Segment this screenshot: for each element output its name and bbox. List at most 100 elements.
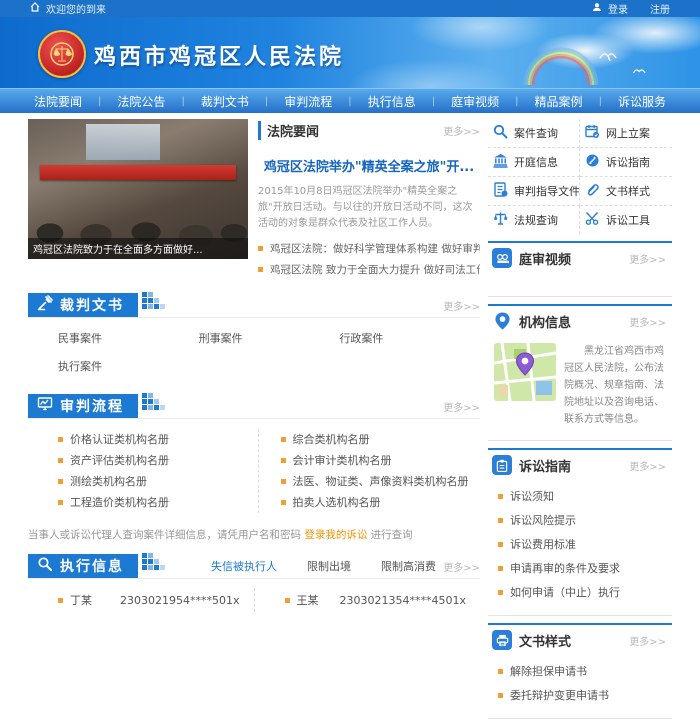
nav-item-announcements[interactable]: 法院公告 bbox=[117, 93, 165, 110]
guide-more-link[interactable]: 更多>> bbox=[629, 458, 666, 473]
news-more-link[interactable]: 更多>> bbox=[443, 123, 480, 138]
organization-more-link[interactable]: 更多>> bbox=[629, 314, 666, 329]
enforcement-more-link[interactable]: 更多>> bbox=[443, 559, 480, 574]
register-link[interactable]: 注册 bbox=[650, 1, 670, 16]
nav-item-video[interactable]: 庭审视频 bbox=[451, 93, 499, 110]
trial-process-right-list: 综合类机构名册 会计审计类机构名册 法医、物证类、声像资料类机构名册 拍卖人选机… bbox=[258, 429, 481, 513]
guide-section-title: 诉讼指南 bbox=[519, 456, 571, 475]
tab-dishonest-persons[interactable]: 失信被执行人 bbox=[211, 558, 277, 574]
list-item[interactable]: 拍卖人选机构名册 bbox=[281, 492, 481, 513]
scissors-icon bbox=[585, 211, 600, 229]
top-utility-bar: 欢迎您的到来 登录 注册 bbox=[0, 0, 700, 17]
judgments-title: 裁判文书 bbox=[60, 295, 124, 315]
list-item[interactable]: 法医、物证类、声像资料类机构名册 bbox=[281, 471, 481, 492]
trial-process-title: 审判流程 bbox=[60, 396, 124, 416]
trial-process-more-link[interactable]: 更多>> bbox=[443, 399, 480, 414]
map-pin-icon bbox=[492, 311, 512, 331]
list-item[interactable]: 综合类机构名册 bbox=[281, 429, 481, 450]
list-item[interactable]: 如何申请（中止）执行 bbox=[498, 581, 668, 605]
photo-projector-screen bbox=[86, 124, 160, 160]
clipboard-icon bbox=[492, 455, 512, 475]
quick-link-case-query[interactable]: 案件查询 bbox=[488, 119, 580, 148]
nav-item-services[interactable]: 诉讼服务 bbox=[618, 93, 666, 110]
news-panel: 法院要闻 更多>> 鸡冠区法院举办"精英全案之旅"开... 2015年10月8日… bbox=[258, 119, 480, 281]
list-item[interactable]: 会计审计类机构名册 bbox=[281, 450, 481, 471]
quick-link-law-query[interactable]: 法规查询 bbox=[488, 206, 580, 234]
list-item[interactable]: 工程造价类机构名册 bbox=[58, 492, 258, 513]
film-icon bbox=[492, 248, 512, 268]
nav-item-news[interactable]: 法院要闻 bbox=[34, 93, 82, 110]
list-item[interactable]: 测绘类机构名册 bbox=[58, 471, 258, 492]
pixel-deco bbox=[141, 392, 167, 420]
quick-link-litigation-tools[interactable]: 诉讼工具 bbox=[580, 206, 672, 234]
list-item[interactable]: 申请再审的条件及要求 bbox=[498, 557, 668, 581]
quick-link-document-templates[interactable]: 文书样式 bbox=[580, 177, 672, 206]
tab-consumption-restriction[interactable]: 限制高消费 bbox=[381, 558, 436, 574]
judgments-link-administrative[interactable]: 行政案件 bbox=[339, 330, 480, 346]
person-id-number: 2303021354****4501x bbox=[340, 594, 467, 607]
person-name: 王某 bbox=[297, 592, 319, 608]
search-icon bbox=[37, 556, 53, 576]
pixel-deco bbox=[141, 552, 167, 580]
video-section-header: 庭审视频 更多>> bbox=[488, 243, 672, 272]
left-column: 鸡冠区法院致力于在全面多方面做好... 法院要闻 更多>> 鸡冠区法院举办"精英… bbox=[28, 119, 480, 719]
list-item[interactable]: 诉讼须知 bbox=[498, 485, 668, 509]
list-item[interactable]: 委托辩护变更申请书 bbox=[498, 684, 668, 708]
news-list: 鸡冠区法院：做好科学管理体系构建 做好审判工作... 鸡冠区法院 致力于全面大力… bbox=[258, 239, 480, 281]
my-litigation-login-link[interactable]: 登录我的诉讼 bbox=[304, 529, 367, 541]
list-item[interactable]: 诉讼风险提示 bbox=[498, 509, 668, 533]
news-photo-slider[interactable]: 鸡冠区法院致力于在全面多方面做好... bbox=[28, 119, 248, 259]
tab-exit-restriction[interactable]: 限制出境 bbox=[307, 558, 351, 574]
nav-item-cases[interactable]: 精品案例 bbox=[535, 93, 583, 110]
video-more-link[interactable]: 更多>> bbox=[629, 251, 666, 266]
quick-link-hearing-info[interactable]: 开庭信息 bbox=[488, 148, 580, 177]
judgments-link-enforcement[interactable]: 执行案件 bbox=[58, 358, 199, 374]
nav-item-enforcement[interactable]: 执行信息 bbox=[368, 93, 416, 110]
home-icon[interactable] bbox=[30, 2, 40, 15]
calendar-icon bbox=[585, 124, 600, 142]
judgments-more-link[interactable]: 更多>> bbox=[443, 298, 480, 313]
main-content: 鸡冠区法院致力于在全面多方面做好... 法院要闻 更多>> 鸡冠区法院举办"精英… bbox=[0, 113, 700, 719]
right-column: 案件查询 网上立案 开庭信息 诉讼指南 审判指导文件 文书样式 bbox=[488, 119, 672, 719]
gavel-icon bbox=[37, 295, 53, 315]
enforcement-row[interactable]: 王某 2303021354****4501x bbox=[254, 588, 481, 612]
news-list-item[interactable]: 鸡冠区法院 致力于全面大力提升 做好司法工作 bbox=[258, 260, 480, 281]
news-headline-link[interactable]: 鸡冠区法院举办"精英全案之旅"开... bbox=[258, 156, 480, 175]
judgments-link-civil[interactable]: 民事案件 bbox=[58, 330, 199, 346]
photo-caption: 鸡冠区法院致力于在全面多方面做好... bbox=[28, 238, 248, 259]
video-section: 庭审视频 更多>> bbox=[488, 241, 672, 297]
map-thumbnail[interactable] bbox=[494, 343, 556, 428]
list-item[interactable]: 价格认证类机构名册 bbox=[58, 429, 258, 450]
quick-link-trial-guidance-docs[interactable]: 审判指导文件 bbox=[488, 177, 580, 206]
login-link[interactable]: 登录 bbox=[608, 1, 628, 16]
quick-link-litigation-guide[interactable]: 诉讼指南 bbox=[580, 148, 672, 177]
photo-red-banner bbox=[40, 165, 236, 180]
judgments-link-criminal[interactable]: 刑事案件 bbox=[199, 330, 340, 346]
organization-section-header: 机构信息 更多>> bbox=[488, 306, 672, 335]
list-item[interactable]: 诉讼费用标准 bbox=[498, 533, 668, 557]
page-title: 鸡西市鸡冠区人民法院 bbox=[94, 39, 344, 71]
user-icon bbox=[592, 2, 602, 15]
dove-icon bbox=[598, 47, 620, 66]
enforcement-tabs: 失信被执行人 限制出境 限制高消费 bbox=[211, 558, 436, 574]
documents-more-link[interactable]: 更多>> bbox=[629, 633, 666, 648]
video-section-body bbox=[488, 272, 672, 296]
paperclip-icon bbox=[585, 182, 600, 200]
news-list-item[interactable]: 鸡冠区法院：做好科学管理体系构建 做好审判工作... bbox=[258, 239, 480, 260]
pixel-deco bbox=[141, 291, 167, 319]
enforcement-row[interactable]: 丁某 2303021954****501x bbox=[28, 588, 254, 612]
enforcement-title: 执行信息 bbox=[60, 556, 124, 576]
organization-description: 黑龙江省鸡西市鸡冠区人民法院，公布法院概况、规章指南、法院地址以及咨询电话、联系… bbox=[564, 343, 664, 428]
documents-section-title: 文书样式 bbox=[519, 631, 571, 650]
documents-list: 解除担保申请书 委托辩护变更申请书 bbox=[488, 654, 672, 718]
news-section-title: 法院要闻 bbox=[258, 121, 319, 140]
quick-link-online-filing[interactable]: 网上立案 bbox=[580, 119, 672, 148]
nav-item-judgments[interactable]: 裁判文书 bbox=[201, 93, 249, 110]
nav-item-trial-process[interactable]: 审判流程 bbox=[284, 93, 332, 110]
trial-process-left-list: 价格认证类机构名册 资产评估类机构名册 测绘类机构名册 工程造价类机构名册 bbox=[28, 429, 258, 513]
monitor-chart-icon bbox=[37, 396, 53, 416]
scales-icon bbox=[493, 211, 508, 229]
guide-section: 诉讼指南 更多>> 诉讼须知 诉讼风险提示 诉讼费用标准 申请再审的条件及要求 … bbox=[488, 448, 672, 616]
list-item[interactable]: 资产评估类机构名册 bbox=[58, 450, 258, 471]
list-item[interactable]: 解除担保申请书 bbox=[498, 660, 668, 684]
